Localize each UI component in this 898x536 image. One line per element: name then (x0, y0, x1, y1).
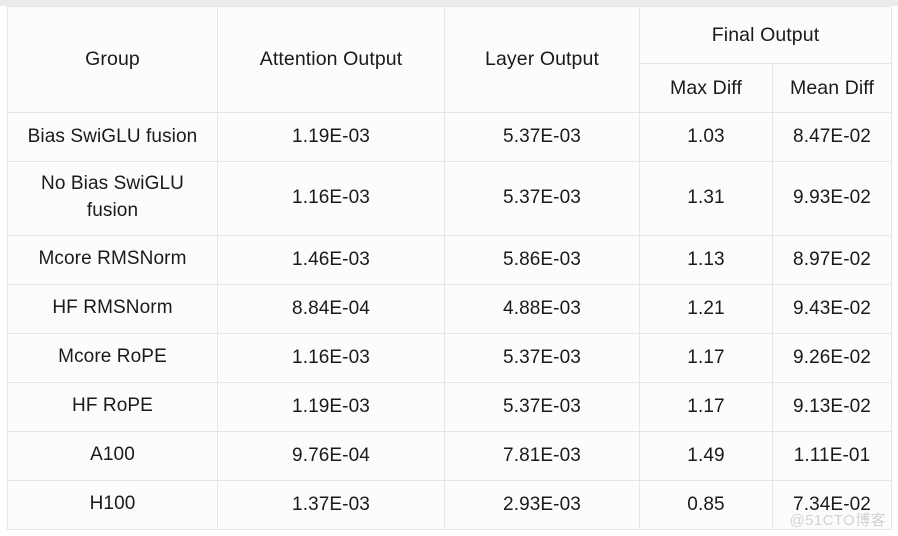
cell-attention-output: 8.84E-04 (217, 283, 445, 334)
table-header: Group Attention Output Layer Output Fina… (7, 6, 893, 113)
table-row: H100 1.37E-03 2.93E-03 0.85 7.34E-02 (7, 479, 893, 531)
results-table: Group Attention Output Layer Output Fina… (7, 6, 893, 531)
cell-attention-output: 1.16E-03 (217, 161, 445, 236)
cell-max-diff: 0.85 (639, 479, 773, 531)
column-header-layer-output: Layer Output (444, 6, 640, 113)
table-row: No Bias SwiGLU fusion 1.16E-03 5.37E-03 1.3… (7, 161, 893, 236)
cell-mean-diff: 7.34E-02 (771, 479, 893, 531)
column-header-group: Group (7, 6, 218, 113)
cell-max-diff: 1.21 (639, 283, 773, 334)
cell-max-diff: 1.03 (639, 111, 773, 163)
cell-attention-output: 1.19E-03 (217, 381, 445, 432)
cell-layer-output: 7.81E-03 (444, 430, 640, 481)
column-header-final-output: Final Output (638, 6, 893, 64)
cell-mean-diff: 8.47E-02 (771, 111, 893, 163)
table-row: A100 9.76E-04 7.81E-03 1.49 1.11E-01 (7, 430, 893, 481)
cell-layer-output: 5.37E-03 (444, 111, 640, 163)
cell-mean-diff: 9.26E-02 (771, 332, 893, 383)
cell-mean-diff: 8.97E-02 (771, 234, 893, 285)
cell-group: H100 (7, 479, 218, 531)
page-root: Group Attention Output Layer Output Fina… (0, 0, 898, 536)
cell-layer-output: 5.37E-03 (444, 381, 640, 432)
cell-mean-diff: 9.13E-02 (771, 381, 893, 432)
table-body: Bias SwiGLU fusion 1.19E-03 5.37E-03 1.03 8.… (7, 111, 893, 531)
cell-max-diff: 1.13 (639, 234, 773, 285)
cell-group: Bias SwiGLU fusion (7, 111, 218, 163)
cell-attention-output: 1.37E-03 (217, 479, 445, 531)
results-table-container: Group Attention Output Layer Output Fina… (7, 6, 893, 531)
cell-mean-diff: 1.11E-01 (771, 430, 893, 481)
cell-layer-output: 5.86E-03 (444, 234, 640, 285)
table-row: Bias SwiGLU fusion 1.19E-03 5.37E-03 1.03 8.… (7, 111, 893, 163)
table-row: HF RoPE 1.19E-03 5.37E-03 1.17 9.13E-02 (7, 381, 893, 432)
table-row: Mcore RMSNorm 1.46E-03 5.86E-03 1.13 8.97E-0… (7, 234, 893, 285)
table-row: HF RMSNorm 8.84E-04 4.88E-03 1.21 9.43E-02 (7, 283, 893, 334)
cell-mean-diff: 9.43E-02 (771, 283, 893, 334)
cell-layer-output: 5.37E-03 (444, 332, 640, 383)
column-header-attention-output: Attention Output (217, 6, 445, 113)
cell-group: Mcore RMSNorm (7, 234, 218, 285)
cell-group: A100 (7, 430, 218, 481)
cell-group: HF RMSNorm (7, 283, 218, 334)
cell-layer-output: 5.37E-03 (444, 161, 640, 236)
cell-attention-output: 9.76E-04 (217, 430, 445, 481)
cell-mean-diff: 9.93E-02 (771, 161, 893, 236)
cell-attention-output: 1.16E-03 (217, 332, 445, 383)
cell-group: Mcore RoPE (7, 332, 218, 383)
column-header-mean-diff: Mean Diff (771, 63, 893, 113)
table-row: Mcore RoPE 1.16E-03 5.37E-03 1.17 9.26E-02 (7, 332, 893, 383)
header-row-primary: Group Attention Output Layer Output Fina… (7, 6, 893, 113)
cell-max-diff: 1.31 (639, 161, 773, 236)
cell-group: HF RoPE (7, 381, 218, 432)
cell-max-diff: 1.17 (639, 332, 773, 383)
cell-group: No Bias SwiGLU fusion (7, 161, 218, 236)
cell-attention-output: 1.46E-03 (217, 234, 445, 285)
cell-layer-output: 4.88E-03 (444, 283, 640, 334)
cell-max-diff: 1.17 (639, 381, 773, 432)
cell-attention-output: 1.19E-03 (217, 111, 445, 163)
cell-max-diff: 1.49 (639, 430, 773, 481)
column-header-max-diff: Max Diff (639, 63, 773, 113)
cell-layer-output: 2.93E-03 (444, 479, 640, 531)
